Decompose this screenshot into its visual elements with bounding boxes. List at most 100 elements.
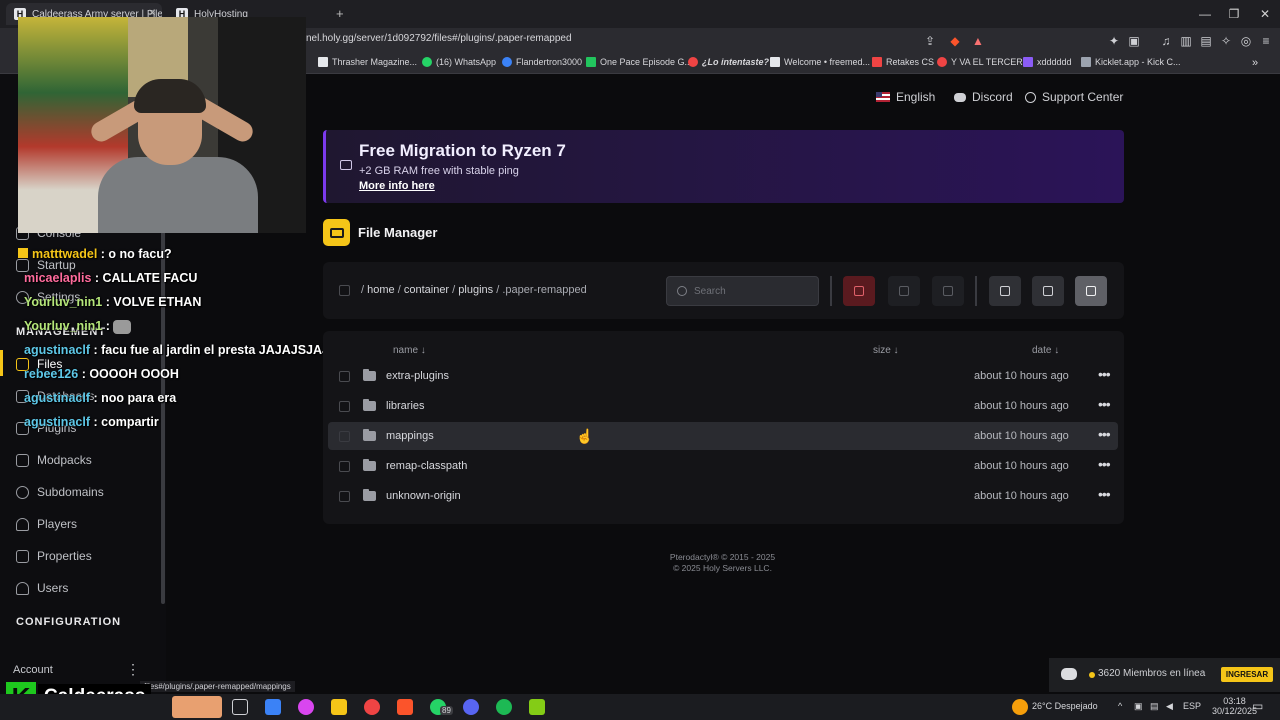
taskbar-thumbnail[interactable] xyxy=(172,696,222,718)
upload-icon xyxy=(1043,286,1053,296)
app-icon[interactable] xyxy=(529,699,545,715)
file-date: about 10 hours ago xyxy=(974,370,1069,382)
more-options-icon[interactable]: ••• xyxy=(1098,426,1111,442)
weather-text[interactable]: 26°C Despejado xyxy=(1032,701,1098,711)
move-button[interactable] xyxy=(888,276,920,306)
table-row[interactable]: mappings about 10 hours ago ••• xyxy=(328,422,1118,450)
media-icon[interactable]: ♫ xyxy=(1158,33,1174,49)
row-checkbox[interactable] xyxy=(339,401,350,412)
row-checkbox[interactable] xyxy=(339,431,350,442)
whatsapp-badge: 89 xyxy=(440,706,453,715)
more-options-icon[interactable]: ••• xyxy=(1098,366,1111,382)
row-checkbox[interactable] xyxy=(339,461,350,472)
table-row[interactable]: libraries about 10 hours ago ••• xyxy=(328,392,1118,420)
table-row[interactable]: unknown-origin about 10 hours ago ••• xyxy=(328,482,1118,510)
bookmark-item[interactable]: ¿Lo intentaste? xyxy=(688,57,769,67)
bookmark-item[interactable]: xdddddd xyxy=(1023,57,1072,67)
vpn-icon[interactable]: ◎ xyxy=(1238,33,1254,49)
breadcrumb-plugins[interactable]: plugins xyxy=(458,284,493,296)
trash-icon xyxy=(854,286,864,296)
column-header-size[interactable]: size ↓ xyxy=(873,345,899,356)
account-menu-icon[interactable]: ⋮ xyxy=(126,661,140,678)
new-tab-icon[interactable]: + xyxy=(336,6,344,21)
bookmark-item[interactable]: Welcome • freemed... xyxy=(770,57,870,67)
bookmark-item[interactable]: Flandertron3000 xyxy=(502,57,582,67)
users-icon xyxy=(16,581,29,595)
screenshot-icon[interactable]: ▣ xyxy=(1126,33,1142,49)
share-icon[interactable]: ⇪ xyxy=(922,33,938,49)
spotify-icon[interactable] xyxy=(496,699,512,715)
more-bookmarks-icon[interactable]: » xyxy=(1252,57,1258,69)
restore-icon[interactable]: ❐ xyxy=(1219,4,1249,24)
more-options-icon[interactable]: ••• xyxy=(1098,456,1111,472)
column-header-name[interactable]: name ↓ xyxy=(393,345,426,356)
minimize-icon[interactable]: — xyxy=(1190,4,1220,24)
table-row[interactable]: extra-plugins about 10 hours ago ••• xyxy=(328,362,1118,390)
obs-icon[interactable] xyxy=(364,699,380,715)
webcam-person xyxy=(98,157,258,233)
bookmark-item[interactable]: One Pace Episode G... xyxy=(586,57,692,67)
chat-message: matttwadel : o no facu? xyxy=(18,247,172,261)
wallet-icon[interactable]: ▤ xyxy=(1198,33,1214,49)
new-folder-button[interactable] xyxy=(989,276,1021,306)
file-explorer-icon[interactable] xyxy=(331,699,347,715)
streamer-webcam xyxy=(18,17,306,233)
row-checkbox[interactable] xyxy=(339,371,350,382)
archive-button[interactable] xyxy=(932,276,964,306)
language-indicator[interactable]: ESP xyxy=(1183,701,1201,711)
more-options-icon[interactable]: ••• xyxy=(1098,486,1111,502)
bookmark-item[interactable]: Kicklet.app - Kick C... xyxy=(1081,57,1181,67)
url-field[interactable]: nel.holy.gg/server/1d092792/files#/plugi… xyxy=(306,33,572,44)
bookmark-item[interactable]: Thrasher Magazine... xyxy=(318,57,417,67)
more-options-icon[interactable]: ••• xyxy=(1098,396,1111,412)
breadcrumb-container[interactable]: container xyxy=(404,284,449,296)
brave-rewards-icon[interactable]: ▲ xyxy=(970,33,986,49)
new-file-button[interactable] xyxy=(1075,276,1107,306)
menu-icon[interactable]: ≡ xyxy=(1258,33,1274,49)
brave-icon[interactable] xyxy=(397,699,413,715)
chat-message: rebee126 : OOOOH OOOH xyxy=(24,367,179,381)
leo-ai-icon[interactable]: ✧ xyxy=(1218,33,1234,49)
volume-icon[interactable]: ◀ xyxy=(1166,701,1173,712)
close-window-icon[interactable]: ✕ xyxy=(1250,4,1280,24)
column-header-date[interactable]: date ↓ xyxy=(1032,345,1059,356)
table-row[interactable]: remap-classpath about 10 hours ago ••• xyxy=(328,452,1118,480)
language-selector[interactable]: English xyxy=(876,90,935,104)
bookmark-favicon-icon xyxy=(1081,57,1091,67)
tray-app-icon[interactable]: ▣ xyxy=(1134,701,1143,712)
app-icon[interactable] xyxy=(298,699,314,715)
network-icon[interactable]: ▤ xyxy=(1150,701,1159,712)
notifications-icon[interactable]: ▭ xyxy=(1252,699,1263,713)
bookmark-item[interactable]: Y VA EL TERCERO xyxy=(937,57,1030,67)
discord-link[interactable]: Discord xyxy=(954,90,1013,104)
promo-link[interactable]: More info here xyxy=(359,180,435,192)
sidebar-toggle-icon[interactable]: ▥ xyxy=(1178,33,1194,49)
sidebar-item-users[interactable]: Users xyxy=(16,581,68,595)
select-all-checkbox[interactable] xyxy=(339,285,350,296)
sidebar-item-properties[interactable]: Properties xyxy=(16,549,92,563)
sidebar-item-players[interactable]: Players xyxy=(16,517,77,531)
upload-button[interactable] xyxy=(1032,276,1064,306)
breadcrumb-home[interactable]: home xyxy=(367,284,395,296)
delete-button[interactable] xyxy=(843,276,875,306)
clock[interactable]: 03:18 30/12/2025 xyxy=(1212,696,1257,716)
tray-chevron-icon[interactable]: ^ xyxy=(1118,701,1122,711)
search-input[interactable] xyxy=(694,283,812,299)
sidebar-item-subdomains[interactable]: Subdomains xyxy=(16,485,104,499)
discord-icon[interactable] xyxy=(463,699,479,715)
row-checkbox[interactable] xyxy=(339,491,350,502)
discord-icon xyxy=(954,92,966,102)
chat-message: agustinaclf : noo para era xyxy=(24,391,177,405)
account-label[interactable]: Account xyxy=(13,664,53,676)
store-icon[interactable] xyxy=(265,699,281,715)
discord-join-button[interactable]: INGRESAR xyxy=(1221,667,1273,682)
bookmark-favicon-icon xyxy=(872,57,882,67)
youtube-icon xyxy=(937,57,947,67)
support-center-link[interactable]: Support Center xyxy=(1025,90,1123,104)
brave-shield-icon[interactable]: ◆ xyxy=(947,33,963,49)
bookmark-item[interactable]: Retakes CS xyxy=(872,57,934,67)
bookmark-item[interactable]: (16) WhatsApp xyxy=(422,57,496,67)
sidebar-item-modpacks[interactable]: Modpacks xyxy=(16,453,92,467)
task-view-icon[interactable] xyxy=(232,699,248,715)
extensions-icon[interactable]: ✦ xyxy=(1106,33,1122,49)
